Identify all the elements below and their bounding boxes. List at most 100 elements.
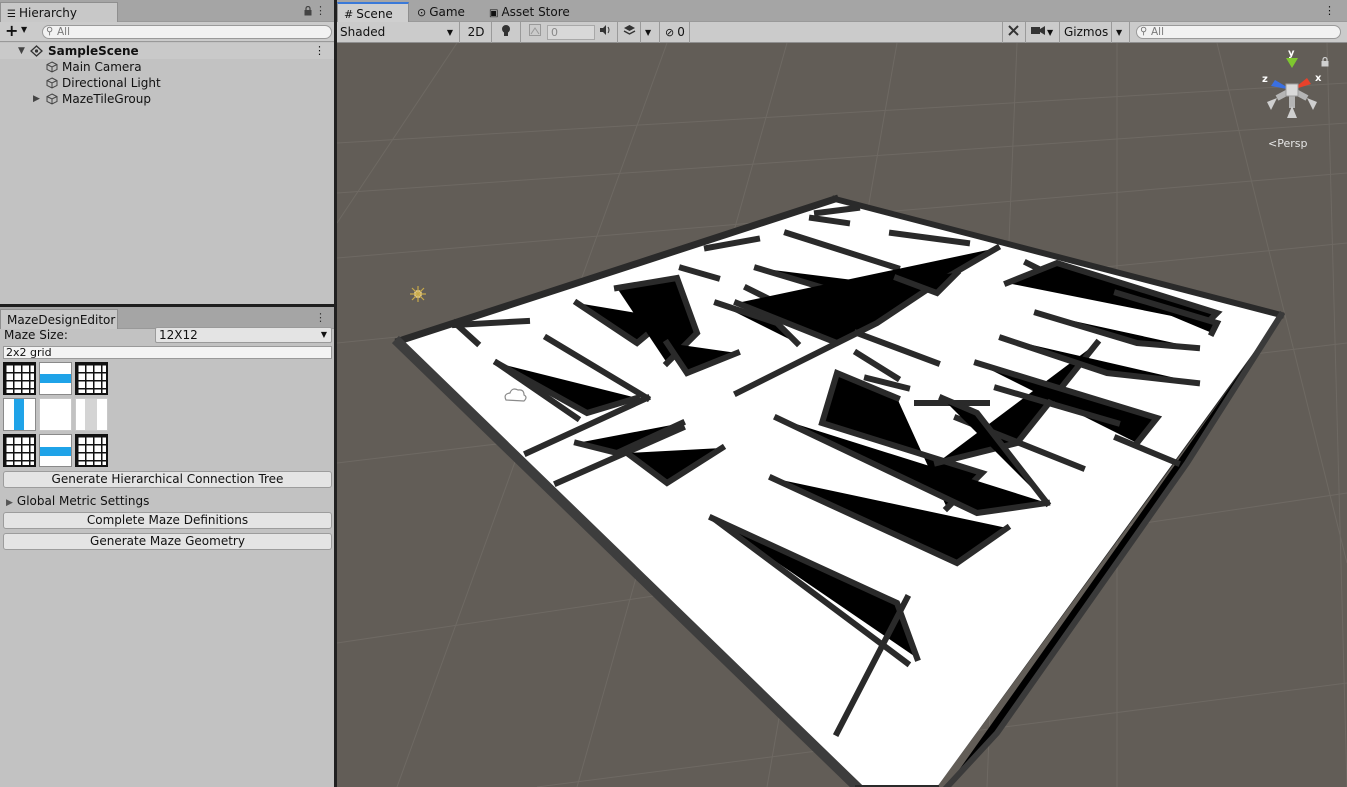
vertical-path-tile-icon[interactable] bbox=[3, 398, 36, 431]
collapsed-arrow-icon: ▶ bbox=[6, 498, 13, 508]
scene-name: SampleScene bbox=[48, 44, 139, 58]
toolbar-divider bbox=[491, 22, 492, 43]
scene-menu-icon[interactable]: ⋮ bbox=[1324, 4, 1335, 17]
chevron-left-icon: < bbox=[1268, 137, 1278, 150]
z-axis-label: z bbox=[1262, 74, 1268, 85]
hierarchy-menu-icon[interactable]: ⋮ bbox=[315, 4, 326, 17]
maze-size-label: Maze Size: bbox=[4, 328, 68, 342]
toolbar-divider bbox=[659, 22, 660, 43]
lightbulb-icon bbox=[502, 25, 510, 36]
tab-game[interactable]: ⊙ Game bbox=[417, 5, 465, 19]
camera-icon[interactable] bbox=[1031, 24, 1045, 41]
toolbar-divider bbox=[520, 22, 521, 43]
lock-icon[interactable] bbox=[304, 5, 312, 16]
hierarchy-item[interactable]: Directional Light bbox=[0, 75, 334, 91]
toolbar-divider bbox=[689, 22, 690, 43]
path-bar bbox=[40, 447, 71, 456]
horizontal-path-tile-icon[interactable] bbox=[39, 362, 72, 395]
hidden-objects-toggle[interactable]: ⊘ 0 bbox=[665, 24, 691, 41]
effects-toggle[interactable] bbox=[623, 24, 637, 41]
tab-hierarchy[interactable]: ☰ Hierarchy bbox=[0, 2, 118, 22]
tab-maze-design-editor[interactable]: MazeDesignEditor bbox=[0, 309, 118, 329]
search-icon: ⚲ bbox=[1140, 26, 1148, 37]
y-axis-cone[interactable] bbox=[1286, 58, 1298, 68]
layers-icon bbox=[623, 25, 636, 35]
grid-name-field[interactable]: 2x2 grid bbox=[3, 346, 332, 359]
collapsed-arrow-icon[interactable]: ▶ bbox=[33, 91, 40, 107]
tab-hierarchy-label: Hierarchy bbox=[18, 6, 77, 20]
toolbar-divider bbox=[1002, 22, 1003, 43]
tab-maze-design-editor-label: MazeDesignEditor bbox=[7, 313, 116, 327]
global-metric-label: Global Metric Settings bbox=[16, 494, 150, 508]
projection-label: Persp bbox=[1277, 137, 1308, 150]
complete-maze-definitions-label: Complete Maze Definitions bbox=[86, 513, 249, 527]
hierarchy-item[interactable]: ▶ MazeTileGroup bbox=[0, 91, 334, 107]
draw-mode-dropdown[interactable]: Shaded ▼ bbox=[340, 24, 456, 41]
tab-game-label: Game bbox=[429, 5, 465, 19]
maze-editor-menu-icon[interactable]: ⋮ bbox=[315, 311, 326, 324]
hierarchy-search-input[interactable]: ⚲ All bbox=[42, 25, 332, 39]
left-column: ☰ Hierarchy ⋮ + ▼ ⚲ All ▼ SampleScene ⋮ M… bbox=[0, 0, 334, 787]
hierarchy-item-label: Directional Light bbox=[62, 76, 161, 90]
global-metric-foldout[interactable]: ▶ Global Metric Settings bbox=[6, 494, 149, 510]
effects-dropdown-icon[interactable]: ▼ bbox=[645, 24, 651, 41]
maze-size-value: 12X12 bbox=[159, 328, 198, 342]
grid-tile-icon[interactable] bbox=[3, 362, 36, 395]
projection-toggle[interactable]: <Persp bbox=[1268, 137, 1307, 150]
hierarchy-toolbar: + ▼ ⚲ All bbox=[0, 22, 334, 42]
toggle-2d-button[interactable]: 2D bbox=[465, 24, 487, 41]
generate-maze-geometry-label: Generate Maze Geometry bbox=[90, 534, 245, 548]
path-bar bbox=[40, 374, 71, 383]
scene-menu-icon[interactable]: ⋮ bbox=[314, 43, 325, 59]
lock-icon[interactable] bbox=[1321, 56, 1329, 70]
gizmos-label: Gizmos bbox=[1064, 25, 1109, 39]
add-icon[interactable]: + bbox=[5, 22, 18, 40]
complete-maze-definitions-button[interactable]: Complete Maze Definitions bbox=[3, 512, 332, 529]
toggle-2d-label: 2D bbox=[467, 25, 485, 39]
scene-search-placeholder: All bbox=[1151, 26, 1165, 38]
gamepad-icon: ⊙ bbox=[417, 6, 427, 19]
generate-connection-tree-button[interactable]: Generate Hierarchical Connection Tree bbox=[3, 471, 332, 488]
toolbar-divider bbox=[617, 22, 618, 43]
vertical-walls-tile-icon[interactable] bbox=[75, 398, 108, 431]
orientation-gizmo[interactable]: y x z bbox=[1257, 48, 1327, 128]
maze-size-dropdown[interactable]: 12X12 ▼ bbox=[155, 327, 332, 343]
toolbar-divider bbox=[1025, 22, 1026, 43]
directional-light-icon[interactable] bbox=[410, 286, 426, 302]
gizmos-button[interactable]: Gizmos bbox=[1064, 24, 1108, 41]
empty-tile-icon[interactable] bbox=[39, 398, 72, 431]
generate-connection-tree-label: Generate Hierarchical Connection Tree bbox=[51, 472, 284, 486]
x-axis-label: x bbox=[1315, 73, 1322, 84]
tab-scene[interactable]: # Scene bbox=[337, 2, 409, 22]
lighting-toggle[interactable] bbox=[498, 24, 514, 41]
scene-toolbar: Shaded ▼ 2D 0 ▼ ⊘ 0 ▼ Gizmos ▼ ⚲ All bbox=[337, 22, 1347, 43]
chevron-down-icon: ▼ bbox=[446, 28, 453, 37]
grid-tile-icon[interactable] bbox=[75, 362, 108, 395]
generate-maze-geometry-button[interactable]: Generate Maze Geometry bbox=[3, 533, 332, 550]
expanded-arrow-icon[interactable]: ▼ bbox=[18, 43, 25, 59]
hash-grid-icon: # bbox=[344, 8, 354, 21]
audio-toggle[interactable] bbox=[599, 24, 613, 41]
scene-root-row[interactable]: ▼ SampleScene ⋮ bbox=[0, 43, 334, 59]
horizontal-path-tile-icon[interactable] bbox=[39, 434, 72, 467]
camera-dropdown-icon[interactable]: ▼ bbox=[1047, 24, 1053, 41]
image-effects-icon[interactable] bbox=[529, 24, 541, 41]
chevron-down-icon[interactable]: ▼ bbox=[21, 25, 27, 34]
wall-gap bbox=[85, 399, 97, 430]
grid-tile-icon[interactable] bbox=[75, 434, 108, 467]
tab-asset-store-label: Asset Store bbox=[501, 5, 570, 19]
tools-icon[interactable] bbox=[1007, 24, 1021, 41]
maze-editor-tabstrip: MazeDesignEditor ⋮ bbox=[0, 307, 334, 329]
gizmos-dropdown-icon[interactable]: ▼ bbox=[1116, 24, 1122, 41]
gizmo-center-cube[interactable] bbox=[1285, 83, 1299, 97]
toolbar-divider bbox=[1129, 22, 1130, 43]
tab-asset-store[interactable]: ▣ Asset Store bbox=[489, 5, 570, 19]
scene-search-input[interactable]: ⚲ All bbox=[1136, 25, 1341, 39]
grid-tile-icon[interactable] bbox=[3, 434, 36, 467]
fx-field[interactable]: 0 bbox=[547, 25, 595, 40]
path-bar bbox=[14, 399, 24, 430]
hierarchy-item[interactable]: Main Camera bbox=[0, 59, 334, 75]
scene-viewport[interactable]: y x z <Persp bbox=[337, 43, 1347, 787]
y-axis-label: y bbox=[1288, 48, 1295, 59]
tab-scene-label: Scene bbox=[356, 7, 393, 21]
